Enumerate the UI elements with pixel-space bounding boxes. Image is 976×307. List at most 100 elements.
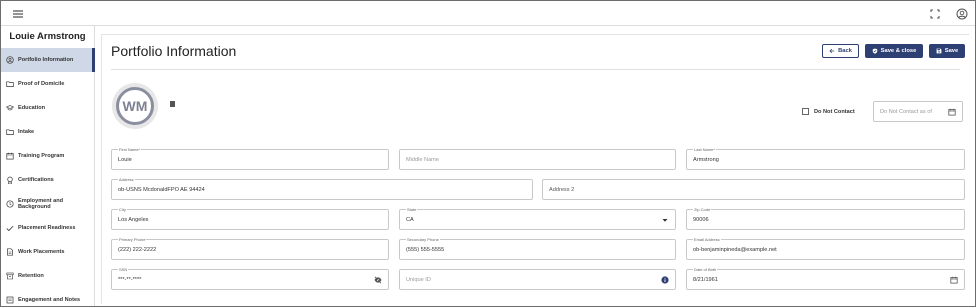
back-button-label: Back <box>838 48 852 54</box>
sidebar-item-certifications[interactable]: Certifications <box>1 168 94 192</box>
top-bar <box>1 1 975 26</box>
secondary-phone-field[interactable]: Secondary Phone (555) 555-5555 <box>399 237 676 260</box>
sidebar-item-intake[interactable]: Intake <box>1 120 94 144</box>
last-name-field[interactable]: Last Name* Armstrong <box>686 147 965 170</box>
info-icon[interactable] <box>661 276 669 284</box>
eye-off-icon[interactable] <box>374 276 382 284</box>
ssn-label: SSN <box>118 267 129 272</box>
first-name-label: First Name* <box>118 147 142 152</box>
folder-icon <box>6 129 14 135</box>
ssn-field[interactable]: SSN ***-**-**** <box>111 267 389 290</box>
email-value: ob-benjaminpineda@example.net <box>693 247 777 253</box>
primary-phone-label: Primary Phone <box>118 237 147 242</box>
notes-icon <box>6 296 14 304</box>
do-not-contact-label: Do Not Contact <box>814 108 855 115</box>
state-label: State <box>406 207 418 212</box>
check-icon <box>6 225 14 232</box>
avatar-edit-icon[interactable] <box>170 101 175 107</box>
save-label: Save <box>944 48 959 54</box>
document-icon <box>7 248 13 256</box>
sidebar-item-employment-and-background[interactable]: Employment and Background <box>1 192 94 216</box>
email-field[interactable]: Email Address ob-benjaminpineda@example.… <box>686 237 965 260</box>
calendar-icon[interactable] <box>950 276 958 284</box>
clock-icon <box>6 200 14 208</box>
address-label: Address <box>118 177 135 182</box>
save-and-close-button[interactable]: Save & close <box>865 44 923 58</box>
sidebar: Louie Armstrong Portfolio Information Pr… <box>1 26 95 306</box>
state-value: CA <box>406 217 414 223</box>
arrow-left-icon <box>829 48 835 54</box>
state-select[interactable]: State CA <box>399 207 676 230</box>
ssn-value: ***-**-**** <box>118 277 142 283</box>
sidebar-item-portfolio-information[interactable]: Portfolio Information <box>1 48 95 72</box>
do-not-contact-checkbox[interactable]: Do Not Contact <box>802 108 855 115</box>
save-and-close-label: Save & close <box>880 48 917 54</box>
sidebar-item-label: Training Program <box>18 153 65 159</box>
last-name-value: Armstrong <box>693 157 719 163</box>
middle-name-placeholder: Middle Name <box>406 157 439 163</box>
last-name-label: Last Name* <box>693 147 716 152</box>
avatar-initials: WM <box>122 98 148 114</box>
date-of-birth-field[interactable]: Date of Birth 8/21/1961 <box>686 267 965 290</box>
zip-code-field[interactable]: Zip Code 90006 <box>686 207 965 230</box>
city-field[interactable]: City Los Angeles <box>111 207 389 230</box>
sidebar-item-label: Employment and Background <box>18 198 64 210</box>
unique-id-field[interactable]: Unique ID <box>399 269 676 290</box>
secondary-phone-label: Secondary Phone <box>406 237 440 242</box>
sidebar-item-label: Retention <box>18 273 44 279</box>
account-circle-icon[interactable] <box>956 7 969 20</box>
address-2-field[interactable]: Address 2 <box>542 179 965 200</box>
primary-phone-value: (222) 222-2222 <box>118 247 157 253</box>
sidebar-item-retention[interactable]: Retention <box>1 264 94 288</box>
sidebar-item-label: Portfolio Information <box>18 57 74 63</box>
middle-name-field[interactable]: Middle Name <box>399 149 676 170</box>
folder-icon <box>6 81 14 87</box>
main-panel: Portfolio Information Back Save & close … <box>101 34 969 304</box>
sidebar-item-label: Work Placements <box>18 249 65 255</box>
sidebar-item-engagement-and-notes[interactable]: Engagement and Notes <box>1 288 94 306</box>
sidebar-item-placement-readiness[interactable]: Placement Readiness <box>1 216 94 240</box>
app-window: Louie Armstrong Portfolio Information Pr… <box>0 0 976 307</box>
sidebar-item-label: Education <box>18 105 46 111</box>
certificate-icon <box>7 176 13 184</box>
sidebar-item-proof-of-domicile[interactable]: Proof of Domicile <box>1 72 94 96</box>
first-name-field[interactable]: First Name* Louie <box>111 147 389 170</box>
client-name: Louie Armstrong <box>9 31 86 42</box>
avatar[interactable]: WM <box>112 83 158 129</box>
page-title: Portfolio Information <box>111 43 237 59</box>
caret-down-icon[interactable] <box>661 216 669 224</box>
save-button[interactable]: Save <box>929 44 965 58</box>
sidebar-item-work-placements[interactable]: Work Placements <box>1 240 94 264</box>
address-field[interactable]: Address ob-USNS McdonaldFPO AE 94424 <box>111 177 533 200</box>
account-circle-icon <box>6 56 14 64</box>
sidebar-item-label: Certifications <box>18 177 54 183</box>
first-name-value: Louie <box>118 157 132 163</box>
zip-code-label: Zip Code <box>693 207 712 212</box>
back-button[interactable]: Back <box>822 44 859 58</box>
archive-icon <box>6 272 14 280</box>
address-value: ob-USNS McdonaldFPO AE 94424 <box>118 187 205 193</box>
sidebar-item-label: Placement Readiness <box>18 225 76 231</box>
sidebar-item-education[interactable]: Education <box>1 96 94 120</box>
sidebar-item-label: Intake <box>18 129 35 135</box>
zip-code-value: 90006 <box>693 217 709 223</box>
checkbox-box[interactable] <box>802 108 809 115</box>
shield-check-icon <box>872 48 877 54</box>
sidebar-item-label: Engagement and Notes <box>18 297 81 303</box>
expand-icon[interactable] <box>929 7 942 20</box>
hamburger-icon[interactable] <box>12 7 25 20</box>
email-label: Email Address <box>693 237 721 242</box>
sidebar-item-training-program[interactable]: Training Program <box>1 144 94 168</box>
date-of-birth-value: 8/21/1961 <box>693 277 718 283</box>
primary-phone-field[interactable]: Primary Phone (222) 222-2222 <box>111 237 389 260</box>
floppy-disk-icon <box>936 48 942 54</box>
do-not-contact-date-field[interactable]: Do Not Contact as of <box>873 101 963 122</box>
city-label: City <box>118 207 127 212</box>
date-of-birth-label: Date of Birth <box>693 267 718 272</box>
city-value: Los Angeles <box>118 217 149 223</box>
graduation-cap-icon <box>6 105 14 111</box>
calendar-icon[interactable] <box>948 108 956 116</box>
address-2-placeholder: Address 2 <box>549 187 575 193</box>
secondary-phone-value: (555) 555-5555 <box>406 247 445 253</box>
header-divider <box>111 69 960 70</box>
